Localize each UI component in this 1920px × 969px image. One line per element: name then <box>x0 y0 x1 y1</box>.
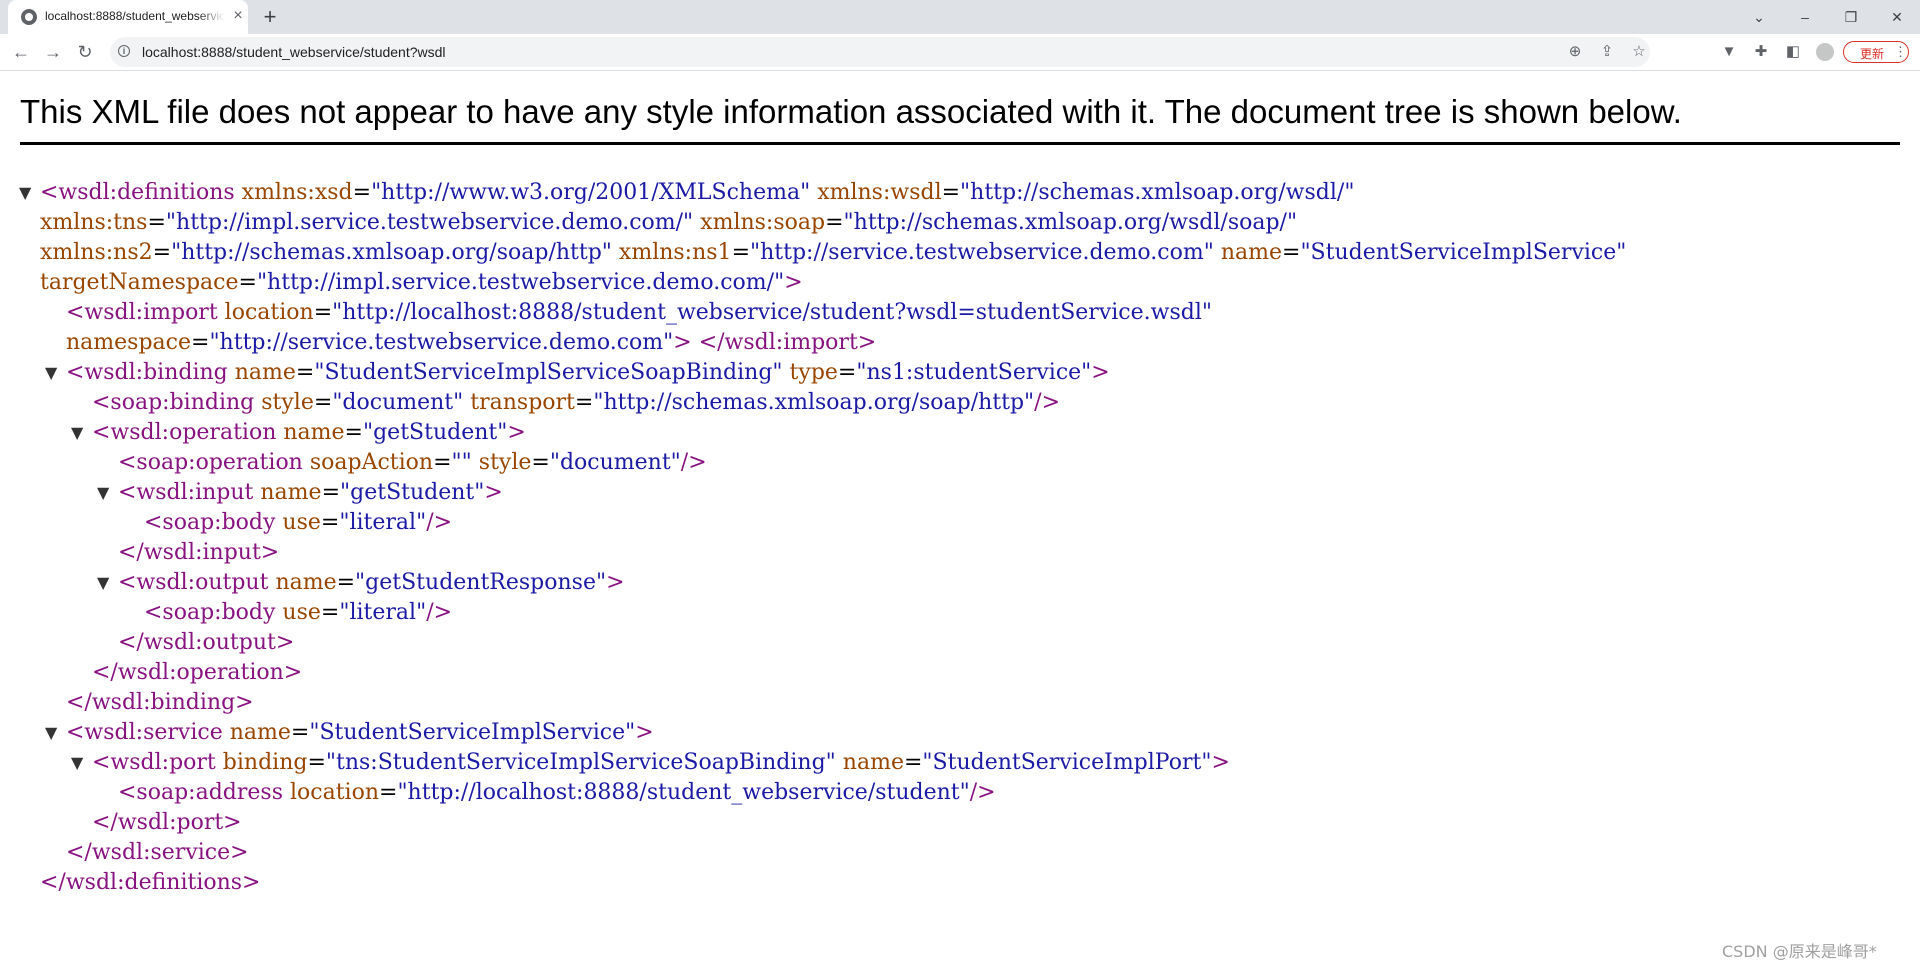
url-text[interactable]: localhost:8888/student_webservice/studen… <box>142 44 446 60</box>
profile-avatar[interactable] <box>1816 43 1834 61</box>
xml-line: xmlns:ns2="http://schemas.xmlsoap.org/so… <box>40 240 1627 265</box>
update-button[interactable]: 更新 ⋮ <box>1843 41 1909 63</box>
xml-line: namespace="http://service.testwebservice… <box>66 330 877 355</box>
xml-line: <soap:body use="literal"/> <box>144 510 453 535</box>
bookmark-star-icon[interactable]: ☆ <box>1629 42 1649 62</box>
restore-button[interactable]: ❐ <box>1840 6 1862 28</box>
xml-line: </wsdl:service> <box>66 840 249 865</box>
collapse-toggle-icon[interactable]: ▼ <box>71 418 89 448</box>
zoom-icon[interactable]: ⊕ <box>1565 42 1585 62</box>
watermark: CSDN @原来是峰哥* <box>1722 942 1877 961</box>
collapse-toggle-icon[interactable]: ▼ <box>19 178 37 208</box>
collapse-toggle-icon[interactable]: ▼ <box>97 478 115 508</box>
globe-icon <box>21 9 37 25</box>
xml-line: </wsdl:output> <box>118 630 295 655</box>
address-bar[interactable]: i localhost:8888/student_webservice/stud… <box>110 37 1650 67</box>
browser-toolbar: ← → ↻ i localhost:8888/student_webservic… <box>0 34 1920 71</box>
forward-button[interactable]: → <box>41 40 65 64</box>
new-tab-button[interactable]: + <box>258 5 282 29</box>
tab-search-icon[interactable]: ⌄ <box>1748 6 1770 28</box>
share-icon[interactable]: ⇪ <box>1597 42 1617 62</box>
xml-line: <wsdl:service name="StudentServiceImplSe… <box>66 720 654 745</box>
update-label: 更新 <box>1860 47 1885 61</box>
xml-line: </wsdl:operation> <box>92 660 303 685</box>
xml-line: </wsdl:definitions> <box>40 870 261 895</box>
xml-line: <wsdl:binding name="StudentServiceImplSe… <box>66 360 1110 385</box>
tab-title: localhost:8888/student_webservice/studen… <box>45 9 225 23</box>
divider <box>20 142 1900 145</box>
xml-line: <wsdl:definitions xmlns:xsd="http://www.… <box>40 180 1355 205</box>
extension-v-icon[interactable]: ▼ <box>1719 42 1739 62</box>
more-menu-icon[interactable]: ⋮ <box>1894 44 1907 60</box>
site-info-icon[interactable]: i <box>118 45 130 57</box>
xml-line: </wsdl:input> <box>118 540 280 565</box>
xml-line: <soap:body use="literal"/> <box>144 600 453 625</box>
xml-line: </wsdl:binding> <box>66 690 254 715</box>
xml-line: <wsdl:operation name="getStudent"> <box>92 420 526 445</box>
xml-line: </wsdl:port> <box>92 810 242 835</box>
reload-button[interactable]: ↻ <box>73 40 97 64</box>
tab-strip: localhost:8888/student_webservice/studen… <box>0 0 1920 34</box>
close-tab-icon[interactable]: × <box>230 8 246 24</box>
xml-line: <soap:address location="http://localhost… <box>118 780 996 805</box>
xml-line: <wsdl:import location="http://localhost:… <box>66 300 1212 325</box>
back-button[interactable]: ← <box>9 40 33 64</box>
xml-line: <wsdl:port binding="tns:StudentServiceIm… <box>92 750 1230 775</box>
xml-line: <wsdl:output name="getStudentResponse"> <box>118 570 625 595</box>
collapse-toggle-icon[interactable]: ▼ <box>71 748 89 778</box>
xml-line: <soap:binding style="document" transport… <box>92 390 1061 415</box>
xml-line: <soap:operation soapAction="" style="doc… <box>118 450 707 475</box>
xml-line: targetNamespace="http://impl.service.tes… <box>40 270 803 295</box>
browser-tab[interactable]: localhost:8888/student_webservice/studen… <box>8 0 248 34</box>
xml-style-notice: This XML file does not appear to have an… <box>20 93 1682 130</box>
xml-line: <wsdl:input name="getStudent"> <box>118 480 503 505</box>
window-close-button[interactable]: ✕ <box>1886 6 1908 28</box>
side-panel-icon[interactable]: ◧ <box>1783 42 1803 62</box>
collapse-toggle-icon[interactable]: ▼ <box>97 568 115 598</box>
minimize-button[interactable]: – <box>1794 6 1816 28</box>
collapse-toggle-icon[interactable]: ▼ <box>45 358 63 388</box>
xml-line: xmlns:tns="http://impl.service.testwebse… <box>40 210 1298 235</box>
extensions-puzzle-icon[interactable]: ✚ <box>1751 42 1771 62</box>
collapse-toggle-icon[interactable]: ▼ <box>45 718 63 748</box>
